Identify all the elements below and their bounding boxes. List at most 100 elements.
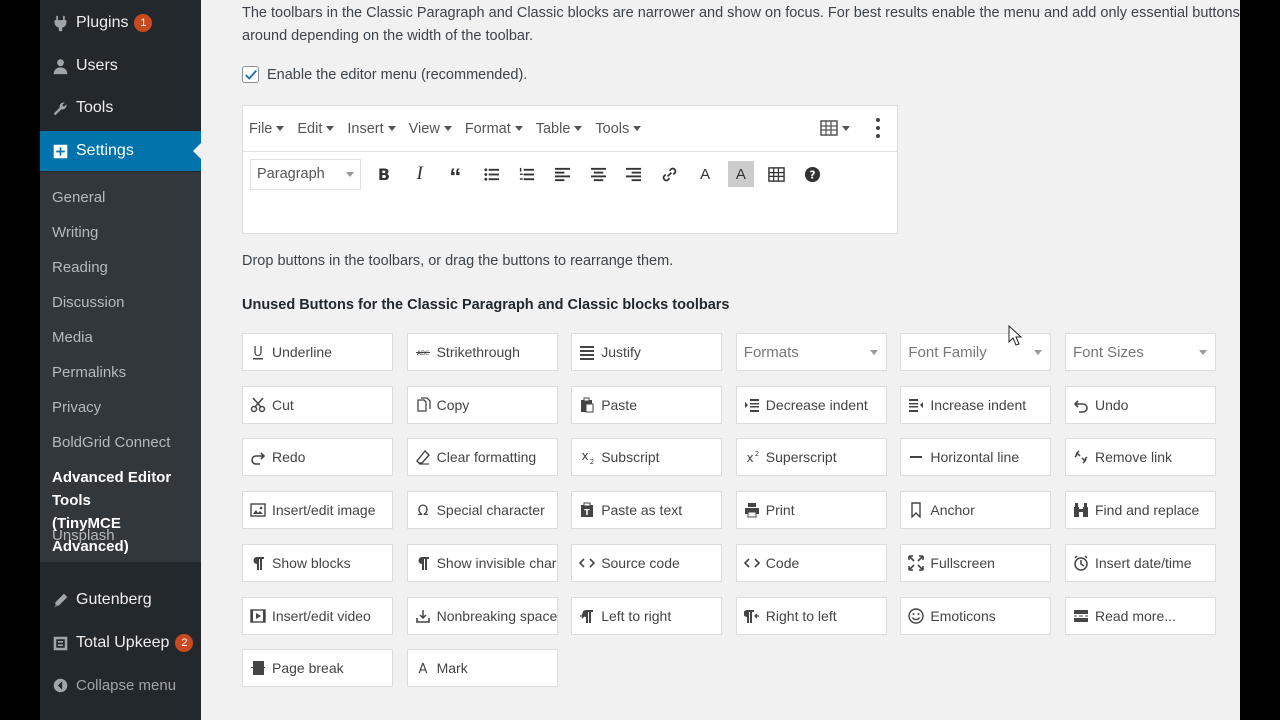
unused-button-insert-edit-video[interactable]: Insert/edit video: [242, 596, 393, 635]
collapse-icon: [50, 677, 70, 694]
text-color-icon[interactable]: A: [692, 161, 718, 187]
menu-item-tools[interactable]: Tools: [40, 88, 201, 128]
settings-icon: [50, 143, 70, 160]
paragraph-format-select[interactable]: Paragraph: [250, 158, 361, 190]
unused-button-read-more[interactable]: Read more...: [1065, 596, 1216, 635]
unused-button-mark[interactable]: A Mark: [406, 649, 558, 688]
unused-button-label: Print: [765, 502, 795, 519]
menu-table[interactable]: Table: [536, 121, 583, 137]
menu-item-plugins[interactable]: Plugins 1: [40, 3, 201, 43]
menu-file[interactable]: File: [249, 121, 285, 137]
dot: [876, 126, 880, 130]
svg-text:2: 2: [755, 450, 759, 458]
menu-tools[interactable]: Tools: [595, 121, 642, 137]
more-options-button[interactable]: [871, 116, 885, 140]
unused-button-anchor[interactable]: Anchor: [900, 491, 1052, 530]
menu-edit[interactable]: Edit: [297, 121, 335, 137]
unused-button-horizontal-line[interactable]: Horizontal line: [900, 438, 1052, 477]
submenu-item-writing[interactable]: Writing: [52, 221, 98, 244]
unused-button-undo[interactable]: Undo: [1065, 385, 1216, 424]
chevron-down-icon: [633, 126, 642, 131]
unused-button-nonbreaking-space[interactable]: Nonbreaking space: [406, 596, 558, 635]
unused-button-page-break[interactable]: Page break: [242, 649, 393, 688]
unused-button-cut[interactable]: Cut: [242, 385, 393, 424]
bold-icon[interactable]: B: [371, 161, 397, 187]
unused-button-clear-formatting[interactable]: Clear formatting: [406, 438, 558, 477]
submenu-item-privacy[interactable]: Privacy: [52, 396, 101, 419]
table-icon[interactable]: [764, 161, 790, 187]
unused-button-right-to-left[interactable]: Right to left: [735, 596, 887, 635]
unused-button-paste-as-text[interactable]: T Paste as text: [571, 491, 723, 530]
unused-button-increase-indent[interactable]: Increase indent: [900, 385, 1052, 424]
unused-button-insert-date-time[interactable]: Insert date/time: [1065, 543, 1216, 582]
svg-text:x: x: [746, 451, 753, 465]
unused-button-subscript[interactable]: x 2 Subscript: [571, 438, 723, 477]
unused-button-strikethrough[interactable]: ABC Strikethrough: [406, 333, 558, 371]
submenu-item-media[interactable]: Media: [52, 326, 93, 349]
collapse-menu-button[interactable]: Collapse menu: [40, 665, 201, 705]
chevron-down-icon: [387, 126, 396, 131]
svg-text:Ω: Ω: [417, 503, 428, 518]
submenu-item-discussion[interactable]: Discussion: [52, 291, 125, 314]
unused-button-remove-link[interactable]: Remove link: [1065, 438, 1216, 477]
unused-button-left-to-right[interactable]: Left to right: [571, 596, 723, 635]
chevron-down-icon: [276, 126, 285, 131]
unused-select-formats[interactable]: Formats: [735, 333, 887, 371]
unused-button-justify[interactable]: Justify: [571, 333, 723, 371]
unused-button-copy[interactable]: Copy: [406, 385, 558, 424]
align-center-icon[interactable]: [585, 161, 611, 187]
background-color-icon[interactable]: A: [727, 161, 754, 187]
unused-button-show-invisible-chara[interactable]: Show invisible chara...: [406, 543, 558, 582]
enable-menu-checkbox[interactable]: [242, 66, 259, 83]
menu-insert[interactable]: Insert: [347, 121, 396, 137]
italic-icon[interactable]: I: [407, 161, 433, 187]
submenu-item-boldgrid-connect[interactable]: BoldGrid Connect: [52, 431, 170, 454]
svg-text:?: ?: [809, 169, 815, 181]
table-dropdown-button[interactable]: [820, 119, 850, 137]
link-icon[interactable]: [657, 161, 683, 187]
numbered-list-icon[interactable]: [514, 161, 540, 187]
submenu-item-general[interactable]: General: [52, 186, 105, 209]
unused-button-emoticons[interactable]: Emoticons: [900, 596, 1052, 635]
menu-label: Plugins: [76, 14, 129, 31]
align-left-icon[interactable]: [549, 161, 575, 187]
align-right-icon[interactable]: [621, 161, 647, 187]
menu-item-total-upkeep[interactable]: Total Upkeep 2: [40, 623, 201, 663]
blockquote-icon[interactable]: “: [442, 161, 468, 191]
image-icon: [250, 502, 266, 518]
underline-icon: U: [250, 344, 266, 360]
unused-button-print[interactable]: Print: [735, 491, 887, 530]
unused-button-special-character[interactable]: Ω Special character: [406, 491, 558, 530]
unused-button-redo[interactable]: Redo: [242, 438, 393, 477]
unused-button-label: Source code: [601, 554, 680, 571]
unused-button-underline[interactable]: U Underline: [242, 333, 393, 371]
unused-select-font-family[interactable]: Font Family: [900, 333, 1052, 371]
unused-button-insert-edit-image[interactable]: Insert/edit image: [242, 491, 393, 530]
unused-button-label: Clear formatting: [436, 449, 537, 466]
menu-view[interactable]: View: [409, 121, 452, 137]
unused-button-code[interactable]: Code: [735, 543, 887, 582]
outdent-icon: [744, 397, 760, 413]
menu-item-gutenberg[interactable]: Gutenberg: [40, 580, 201, 620]
submenu-item-reading[interactable]: Reading: [52, 256, 108, 279]
description-line-1: The toolbars in the Classic Paragraph an…: [242, 5, 1240, 21]
unused-button-paste[interactable]: Paste: [571, 385, 723, 424]
unused-button-show-blocks[interactable]: Show blocks: [242, 543, 393, 582]
help-icon[interactable]: ?: [799, 161, 825, 187]
unused-button-fullscreen[interactable]: Fullscreen: [900, 543, 1052, 582]
submenu-item-permalinks[interactable]: Permalinks: [52, 361, 126, 384]
unused-button-find-and-replace[interactable]: Find and replace: [1065, 491, 1216, 530]
unused-button-superscript[interactable]: x 2 Superscript: [735, 438, 887, 477]
menu-format[interactable]: Format: [465, 121, 523, 137]
unused-button-decrease-indent[interactable]: Decrease indent: [735, 385, 887, 424]
submenu-item-unsplash[interactable]: Unsplash: [52, 524, 115, 547]
editor-preview: File Edit Insert View Format Table Tools…: [242, 105, 898, 234]
bullet-list-icon[interactable]: [478, 161, 504, 187]
unused-button-label: Nonbreaking space: [436, 607, 558, 624]
unused-button-source-code[interactable]: Source code: [571, 543, 723, 582]
unused-select-font-sizes[interactable]: Font Sizes: [1065, 333, 1216, 371]
menu-label: Total Upkeep: [76, 634, 170, 651]
menu-item-users[interactable]: Users: [40, 46, 201, 86]
menu-item-settings[interactable]: Settings: [40, 131, 201, 171]
enable-menu-option[interactable]: Enable the editor menu (recommended).: [242, 66, 527, 83]
